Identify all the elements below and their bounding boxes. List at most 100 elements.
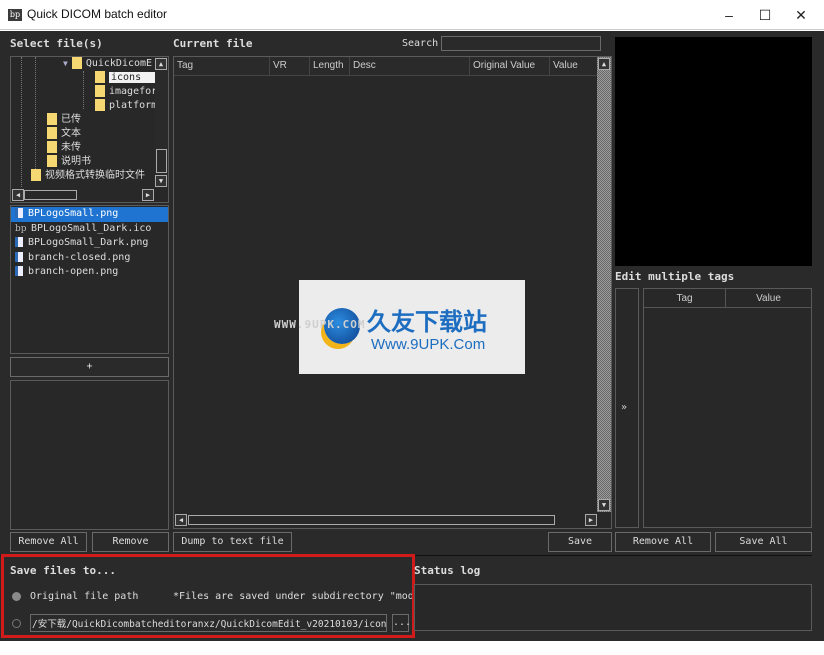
remove-all-tags-button[interactable]: Remove All bbox=[615, 532, 711, 552]
tree-guide bbox=[83, 71, 84, 109]
tree-item-label: 视频格式转换临时文件 bbox=[45, 170, 145, 181]
remove-file-button[interactable]: Remove bbox=[92, 532, 169, 552]
multi-tag-table[interactable]: Tag Value bbox=[643, 288, 812, 528]
file-name: BPLogoSmall_Dark.png bbox=[28, 237, 149, 248]
folder-icon bbox=[47, 113, 57, 125]
tree-item-selected[interactable]: icons bbox=[95, 71, 156, 85]
scroll-down-icon[interactable]: ▼ bbox=[598, 499, 610, 511]
scroll-thumb[interactable] bbox=[156, 149, 167, 173]
save-path-input[interactable] bbox=[30, 614, 387, 632]
column-header-tag[interactable]: Tag bbox=[174, 57, 270, 75]
scroll-left-icon[interactable]: ◀ bbox=[12, 189, 24, 201]
folder-icon bbox=[95, 85, 105, 97]
save-button[interactable]: Save bbox=[548, 532, 612, 552]
png-file-icon bbox=[15, 237, 23, 247]
save-all-button[interactable]: Save All bbox=[715, 532, 812, 552]
scroll-up-icon[interactable]: ▲ bbox=[155, 58, 167, 70]
file-list-item[interactable]: branch-closed.png bbox=[11, 251, 168, 266]
file-list-item[interactable]: BPLogoSmall_Dark.png bbox=[11, 236, 168, 251]
column-header-tag[interactable]: Tag bbox=[644, 289, 726, 308]
radio-original-label[interactable]: Original file path bbox=[30, 591, 138, 602]
tag-table-hscrollbar[interactable]: ◀ ▶ bbox=[174, 512, 597, 528]
file-name: BPLogoSmall_Dark.ico bbox=[31, 222, 152, 234]
folder-tree[interactable]: ▼ QuickDicomE icons imagefor platform 已传 … bbox=[10, 56, 169, 203]
folder-icon bbox=[71, 57, 82, 69]
tree-item[interactable]: imagefor bbox=[95, 85, 157, 99]
folder-icon bbox=[47, 155, 57, 167]
selected-files-panel bbox=[10, 380, 169, 530]
status-log-panel bbox=[414, 584, 812, 631]
image-preview bbox=[615, 37, 812, 266]
edit-multiple-tags-label: Edit multiple tags bbox=[615, 270, 735, 283]
transfer-button[interactable]: » bbox=[621, 402, 627, 413]
tree-hscrollbar[interactable]: ◀ ▶ bbox=[11, 188, 155, 202]
scroll-down-icon[interactable]: ▼ bbox=[155, 175, 167, 187]
expand-arrow-icon[interactable]: ▼ bbox=[63, 59, 68, 68]
column-header-value[interactable]: Value bbox=[726, 289, 811, 308]
tree-item[interactable]: 文本 bbox=[47, 127, 81, 141]
multi-tag-header: Tag Value bbox=[644, 289, 811, 308]
window-bottom-edge bbox=[0, 641, 824, 655]
tree-vscrollbar[interactable]: ▲ ▼ bbox=[155, 57, 168, 188]
tag-table-vscrollbar[interactable]: ▲ ▼ bbox=[597, 57, 611, 512]
png-file-icon bbox=[15, 251, 23, 262]
watermark-text: WWW.9UPK.COM bbox=[274, 318, 366, 331]
tree-item[interactable]: 说明书 bbox=[47, 155, 91, 169]
file-name: branch-closed.png bbox=[28, 251, 131, 263]
tree-item[interactable]: 已传 bbox=[47, 113, 81, 127]
tree-item-label: QuickDicomE bbox=[85, 58, 153, 69]
scroll-right-icon[interactable]: ▶ bbox=[142, 189, 154, 201]
radio-original-path[interactable] bbox=[12, 592, 21, 601]
column-header-length[interactable]: Length bbox=[310, 57, 350, 75]
scroll-up-icon[interactable]: ▲ bbox=[598, 58, 610, 70]
tree-item[interactable]: platform bbox=[95, 99, 157, 113]
tree-item-label: 说明书 bbox=[61, 156, 91, 167]
folder-icon bbox=[47, 127, 57, 139]
add-files-button[interactable]: + bbox=[10, 357, 169, 377]
browse-button[interactable]: ... bbox=[392, 614, 411, 632]
column-header-vr[interactable]: VR bbox=[270, 57, 310, 75]
tree-item-label: 文本 bbox=[61, 128, 81, 139]
folder-icon bbox=[47, 141, 57, 153]
divider bbox=[0, 555, 812, 556]
scroll-thumb[interactable] bbox=[24, 190, 77, 200]
tree-item[interactable]: 视频格式转换临时文件 bbox=[31, 169, 145, 183]
column-header-original-value[interactable]: Original Value bbox=[470, 57, 550, 75]
search-label: Search bbox=[402, 38, 439, 49]
tree-item-label: imagefor bbox=[109, 86, 158, 97]
search-input[interactable] bbox=[441, 36, 601, 51]
watermark-url: Www.9UPK.Com bbox=[371, 336, 486, 353]
column-header-desc[interactable]: Desc bbox=[350, 57, 470, 75]
status-log-label: Status log bbox=[414, 564, 481, 577]
close-button[interactable]: ✕ bbox=[778, 0, 824, 30]
file-list[interactable]: BPLogoSmall.png bp BPLogoSmall_Dark.ico B… bbox=[10, 205, 169, 354]
tree-item[interactable]: ▼ QuickDicomE bbox=[63, 57, 152, 71]
tree-guide bbox=[35, 57, 36, 169]
dump-to-text-button[interactable]: Dump to text file bbox=[173, 532, 292, 552]
select-files-label: Select file(s) bbox=[10, 37, 103, 50]
tree-item[interactable]: 未传 bbox=[47, 141, 81, 155]
scroll-thumb[interactable] bbox=[188, 515, 555, 525]
folder-icon bbox=[95, 99, 105, 111]
folder-icon bbox=[95, 71, 105, 83]
tree-guide bbox=[21, 57, 22, 187]
file-list-item[interactable]: BPLogoSmall.png bbox=[11, 207, 168, 222]
folder-icon bbox=[31, 169, 41, 181]
column-header-value[interactable]: Value bbox=[550, 57, 597, 75]
remove-all-files-button[interactable]: Remove All bbox=[10, 532, 87, 552]
radio-custom-path[interactable] bbox=[12, 619, 21, 628]
png-file-icon bbox=[15, 266, 23, 276]
file-list-item[interactable]: branch-open.png bbox=[11, 265, 168, 280]
file-list-item[interactable]: bp BPLogoSmall_Dark.ico bbox=[11, 222, 168, 237]
scroll-left-icon[interactable]: ◀ bbox=[175, 514, 187, 526]
window-title: Quick DICOM batch editor bbox=[27, 7, 168, 21]
watermark-title: 久友下载站 bbox=[367, 308, 487, 336]
save-files-label: Save files to... bbox=[10, 564, 116, 577]
title-bar: bp Quick DICOM batch editor – ☐ ✕ bbox=[0, 0, 824, 30]
tree-item-label: icons bbox=[109, 72, 156, 83]
bp-ico-icon: bp bbox=[15, 223, 27, 234]
scroll-right-icon[interactable]: ▶ bbox=[585, 514, 597, 526]
tree-item-label: 未传 bbox=[61, 142, 81, 153]
transfer-panel: » bbox=[615, 288, 639, 528]
app-icon: bp bbox=[8, 9, 22, 21]
